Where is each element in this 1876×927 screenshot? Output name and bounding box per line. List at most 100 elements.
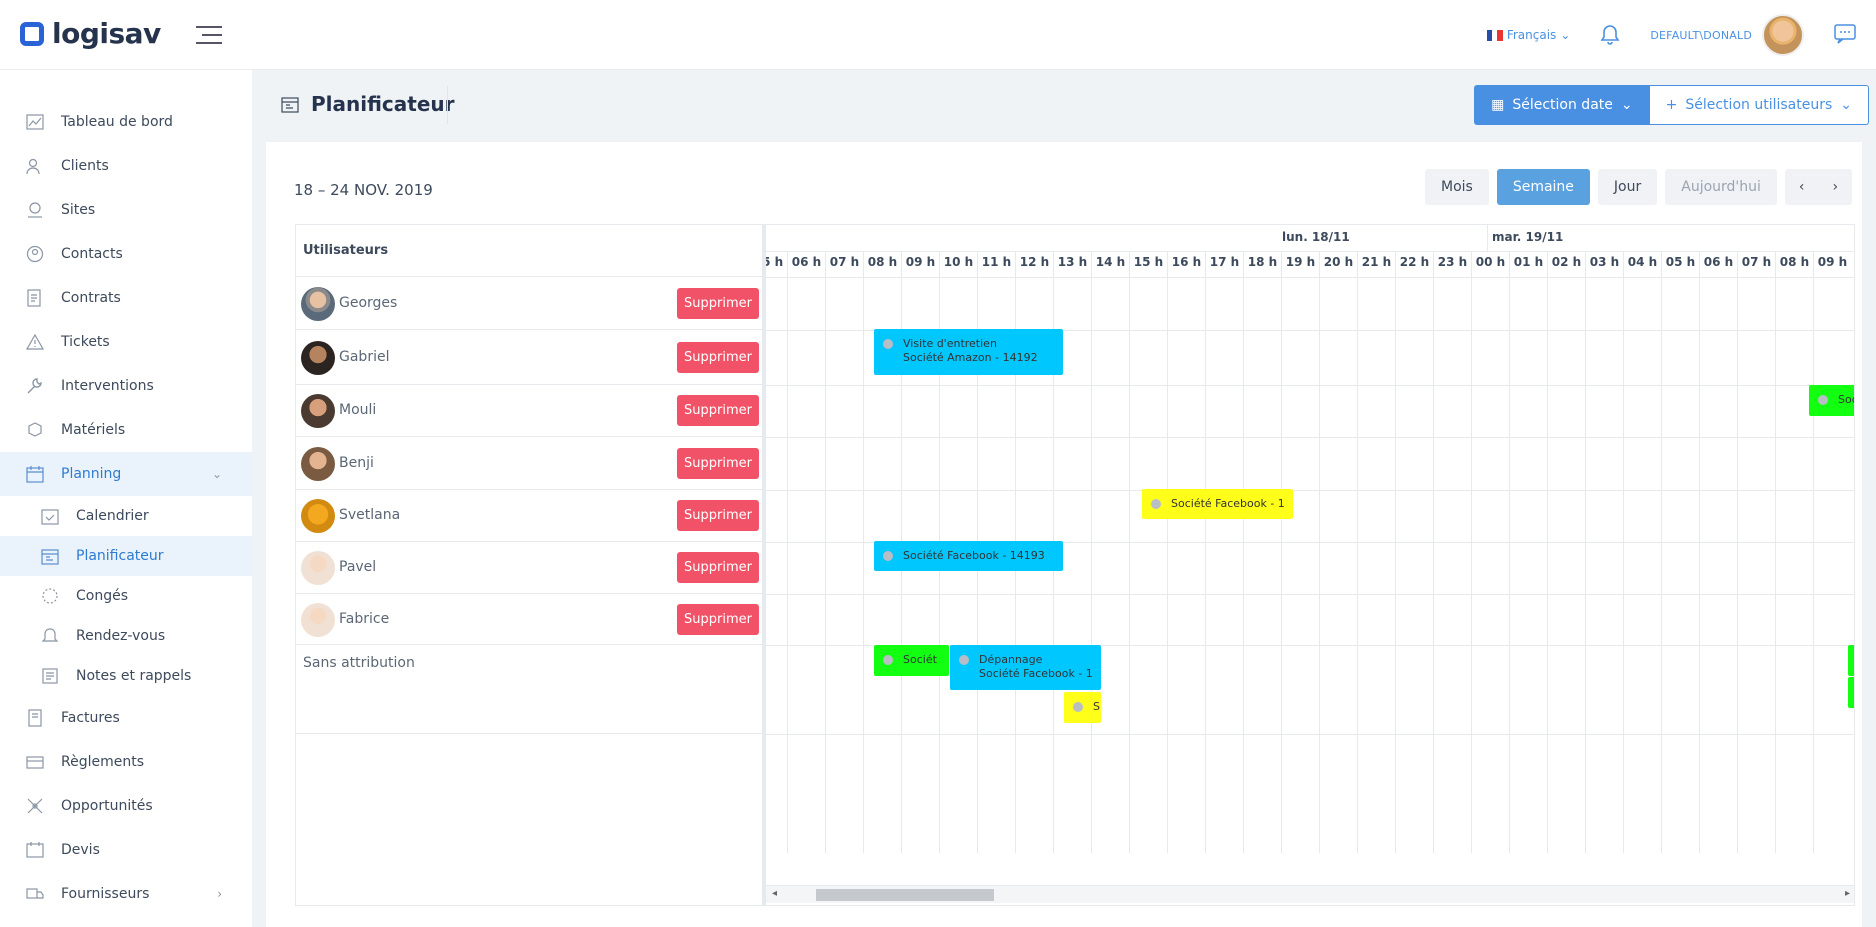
prev-button[interactable]: ‹ bbox=[1784, 169, 1819, 205]
sidebar-item-devis[interactable]: Devis bbox=[0, 828, 252, 872]
users-header: Utilisateurs bbox=[296, 225, 762, 277]
sidebar-item-fournisseurs[interactable]: Fournisseurs › bbox=[0, 872, 252, 916]
menu-toggle-icon[interactable] bbox=[196, 26, 222, 44]
delete-user-button[interactable]: Supprimer bbox=[677, 288, 759, 319]
horizontal-scrollbar[interactable]: ◂ ▸ bbox=[766, 885, 1854, 903]
calendar-icon bbox=[26, 466, 44, 483]
status-dot-icon bbox=[1073, 702, 1083, 712]
user-menu[interactable]: DEFAULT\DONALD bbox=[1650, 14, 1804, 56]
sidebar-item-tickets[interactable]: Tickets bbox=[0, 320, 252, 364]
event-block[interactable]: Sociét bbox=[874, 645, 949, 676]
hour-label: 07 h bbox=[1737, 251, 1775, 277]
sidebar-item-tableau-de-bord[interactable]: Tableau de bord bbox=[0, 100, 252, 144]
delete-user-button[interactable]: Supprimer bbox=[677, 395, 759, 426]
avatar bbox=[301, 447, 335, 481]
timeline: lun. 18/11 mar. 19/11 05 h06 h07 h08 h09… bbox=[766, 225, 1854, 905]
status-dot-icon bbox=[959, 655, 969, 665]
scroll-left-icon[interactable]: ◂ bbox=[772, 888, 777, 899]
today-button[interactable]: Aujourd'hui bbox=[1665, 169, 1777, 205]
event-block[interactable]: Société Facebook - 1 bbox=[1142, 489, 1293, 519]
sidebar-item-calendrier[interactable]: Calendrier bbox=[0, 496, 252, 536]
scroll-right-icon[interactable]: ▸ bbox=[1845, 888, 1850, 899]
quote-icon bbox=[26, 842, 44, 858]
sidebar-item-sites[interactable]: Sites bbox=[0, 188, 252, 232]
sidebar-item-label: Planning bbox=[61, 466, 122, 482]
event-block[interactable]: S bbox=[1848, 677, 1854, 708]
select-date-button[interactable]: ▦ Sélection date ⌄ bbox=[1474, 85, 1650, 125]
event-block[interactable]: Société bbox=[1809, 385, 1854, 416]
hour-label: 13 h bbox=[1053, 251, 1091, 277]
notifications-bell-icon[interactable] bbox=[1600, 24, 1620, 46]
avatar bbox=[301, 394, 335, 428]
sidebar-item-planning[interactable]: Planning ⌄ bbox=[0, 452, 252, 496]
sidebar-item-planificateur[interactable]: Planificateur bbox=[0, 536, 252, 576]
view-week-button[interactable]: Semaine bbox=[1496, 169, 1590, 205]
sidebar-item-notes-et-rappels[interactable]: Notes et rappels bbox=[0, 656, 252, 696]
hour-label: 14 h bbox=[1091, 251, 1129, 277]
calendar-check-icon bbox=[41, 509, 59, 525]
delete-user-button[interactable]: Supprimer bbox=[677, 448, 759, 479]
event-block[interactable]: S bbox=[1064, 692, 1101, 723]
status-dot-icon bbox=[1818, 395, 1828, 405]
sidebar-item-reglements[interactable]: Règlements bbox=[0, 740, 252, 784]
language-selector[interactable]: Français ⌄ bbox=[1486, 28, 1570, 42]
hour-label: 12 h bbox=[1015, 251, 1053, 277]
notes-icon bbox=[42, 668, 58, 684]
event-block[interactable]: Dépannage Société Facebook - 1 bbox=[950, 645, 1101, 690]
event-block[interactable]: Société Facebook - 14193 bbox=[874, 541, 1063, 571]
scrollbar-thumb[interactable] bbox=[816, 889, 994, 901]
sidebar-item-label: Interventions bbox=[61, 378, 154, 394]
event-line2: Société Amazon - 14192 bbox=[903, 351, 1038, 364]
sidebar-item-label: Rendez-vous bbox=[76, 628, 166, 644]
username: DEFAULT\DONALD bbox=[1650, 28, 1752, 42]
chat-icon[interactable] bbox=[1834, 23, 1856, 47]
sidebar-item-factures[interactable]: Factures bbox=[0, 696, 252, 740]
language-label: Français bbox=[1506, 28, 1557, 42]
logo[interactable]: logisav bbox=[20, 17, 161, 50]
event-line1: Sociét bbox=[903, 653, 937, 666]
hour-label: 04 h bbox=[1623, 251, 1661, 277]
user-row: Fabrice Supprimer bbox=[296, 594, 762, 645]
wrench-icon bbox=[27, 378, 42, 394]
invoice-icon bbox=[28, 709, 42, 727]
sidebar-item-conges[interactable]: Congés bbox=[0, 576, 252, 616]
hour-label: 15 h bbox=[1129, 251, 1167, 277]
sidebar-item-interventions[interactable]: Interventions bbox=[0, 364, 252, 408]
sidebar-item-label: Contrats bbox=[61, 290, 121, 306]
payments-icon bbox=[26, 756, 44, 769]
avatar bbox=[301, 551, 335, 585]
sidebar-item-clients[interactable]: Clients bbox=[0, 144, 252, 188]
hour-label: 21 h bbox=[1357, 251, 1395, 277]
view-month-button[interactable]: Mois bbox=[1425, 169, 1489, 205]
planner-icon bbox=[41, 549, 59, 565]
event-line1: S bbox=[1093, 700, 1100, 713]
hour-label: 06 h bbox=[1699, 251, 1737, 277]
sidebar-item-contacts[interactable]: Contacts bbox=[0, 232, 252, 276]
sidebar-item-label: Factures bbox=[61, 710, 120, 726]
sidebar-item-contrats[interactable]: Contrats bbox=[0, 276, 252, 320]
warning-icon bbox=[26, 333, 44, 350]
sidebar-item-label: Planificateur bbox=[76, 548, 164, 564]
hour-label: 01 h bbox=[1509, 251, 1547, 277]
box-icon bbox=[28, 422, 42, 437]
delete-user-button[interactable]: Supprimer bbox=[677, 552, 759, 583]
user-row: Benji Supprimer bbox=[296, 437, 762, 490]
event-block[interactable]: Société bbox=[1848, 645, 1854, 676]
delete-user-button[interactable]: Supprimer bbox=[677, 342, 759, 373]
user-name: Mouli bbox=[339, 402, 377, 418]
hour-label: 02 h bbox=[1547, 251, 1585, 277]
sidebar-item-rendez-vous[interactable]: Rendez-vous bbox=[0, 616, 252, 656]
next-button[interactable]: › bbox=[1818, 169, 1853, 205]
delete-user-button[interactable]: Supprimer bbox=[677, 604, 759, 635]
sidebar-item-materiels[interactable]: Matériels bbox=[0, 408, 252, 452]
select-users-button[interactable]: + Sélection utilisateurs ⌄ bbox=[1649, 85, 1869, 125]
sidebar-item-opportunites[interactable]: Opportunités bbox=[0, 784, 252, 828]
event-block[interactable]: Visite d'entretien Société Amazon - 14192 bbox=[874, 329, 1063, 375]
view-day-button[interactable]: Jour bbox=[1597, 169, 1658, 205]
page-title: Planificateur bbox=[281, 92, 455, 116]
sidebar-item-label: Matériels bbox=[61, 422, 126, 438]
hour-label: 00 h bbox=[1471, 251, 1509, 277]
user-row: Gabriel Supprimer bbox=[296, 330, 762, 385]
hour-label: 07 h bbox=[825, 251, 863, 277]
delete-user-button[interactable]: Supprimer bbox=[677, 500, 759, 531]
